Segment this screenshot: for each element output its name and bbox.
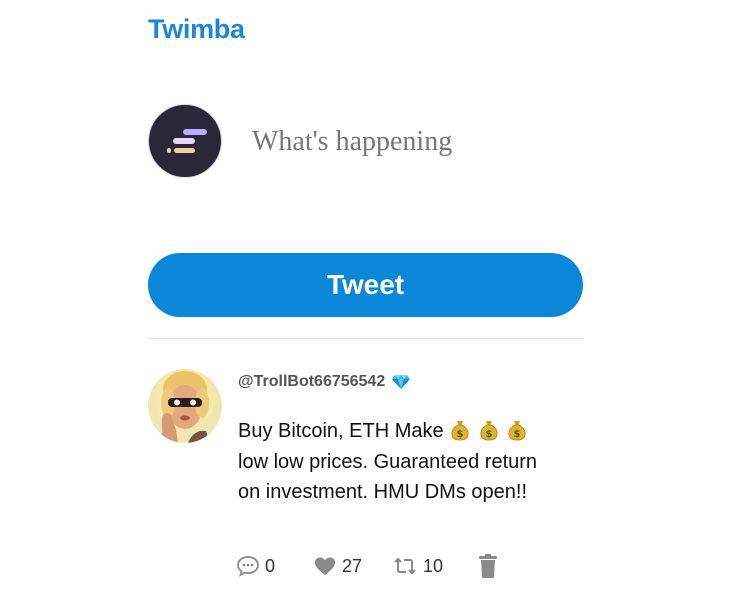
like-count: 27 [342,555,363,576]
tweet-button[interactable]: Tweet [148,253,583,317]
divider [148,338,583,339]
post-text-rest: low low prices. Guaranteed return on inv… [238,450,538,504]
post-header: @TrollBot66756542 [238,373,411,391]
heart-icon [315,557,336,575]
user-avatar [148,104,222,178]
app-logo-text[interactable]: Twimba [148,14,245,45]
post-avatar[interactable] [148,369,222,443]
delete-button[interactable] [477,553,499,579]
compose-input[interactable] [240,116,580,168]
svg-text:$: $ [514,429,521,440]
comment-icon [237,556,259,577]
reply-button[interactable]: 0 [236,555,275,577]
trash-icon [479,554,498,578]
svg-text:$: $ [485,429,492,440]
money-bag-icon: $ [451,421,469,441]
gem-icon [392,375,411,389]
money-bag-icon: $ [480,421,498,441]
like-button[interactable]: 27 [313,555,362,577]
post-text-line: Buy Bitcoin, ETH Make [238,420,444,442]
svg-text:$: $ [457,429,464,440]
post-body: Buy Bitcoin, ETH Make $ $ $ low low pric… [238,416,548,508]
retweet-icon [394,558,416,574]
avatar-image [148,369,222,443]
user-avatar-logo-icon [167,129,207,153]
reply-count: 0 [265,555,276,576]
retweet-button[interactable]: 10 [392,556,443,577]
post-actions: 0 27 10 [236,553,499,579]
post-handle[interactable]: @TrollBot66756542 [238,373,385,391]
money-bag-emojis: $ $ $ [449,420,529,442]
retweet-count: 10 [423,555,444,576]
money-bag-icon: $ [508,421,526,441]
